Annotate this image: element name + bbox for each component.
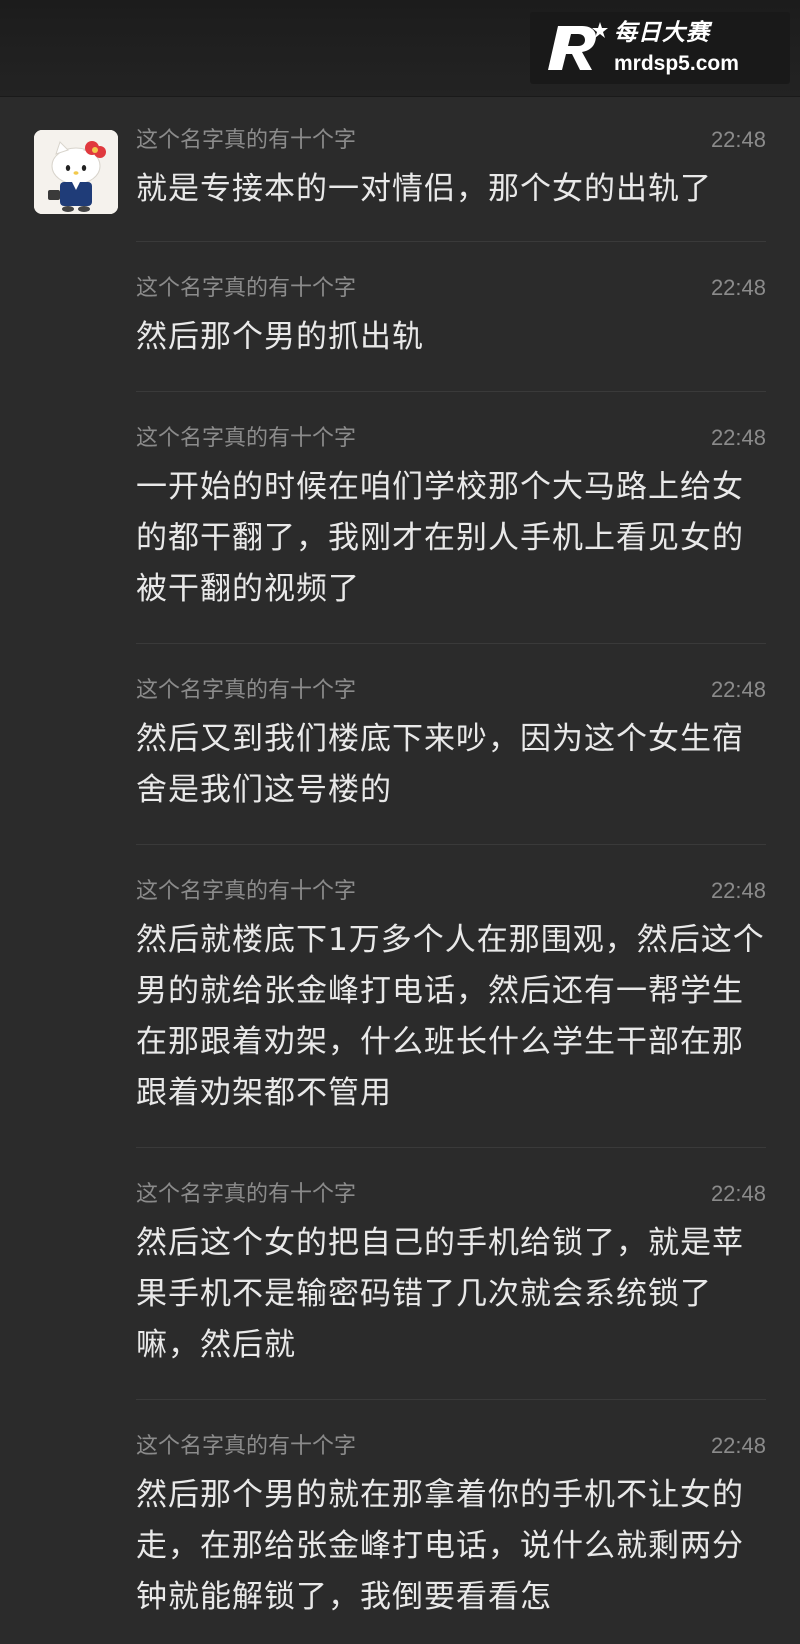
message-text: 一开始的时候在咱们学校那个大马路上给女的都干翻了，我刚才在别人手机上看见女的被干… (136, 469, 744, 607)
watermark-url: mrdsp5.com (614, 52, 739, 75)
hello-kitty-avatar-icon[interactable] (34, 130, 118, 214)
message-time: 22:48 (710, 425, 766, 450)
message-text: 然后就楼底下1万多个人在那围观，然后这个男的就给张金峰打电话，然后还有一帮学生在… (136, 922, 765, 1111)
watermark: 每日大赛 mrdsp5.com (530, 12, 790, 84)
message-item[interactable]: 这个名字真的有十个字 22:48 就是专接本的一对情侣，那个女的出轨了 (136, 96, 766, 242)
r-star-logo-icon (542, 18, 610, 78)
message-item[interactable]: 这个名字真的有十个字 22:48 然后这个女的把自己的手机给锁了，就是苹果手机不… (136, 1148, 766, 1400)
message-text: 就是专接本的一对情侣，那个女的出轨了 (136, 171, 712, 207)
sender-name[interactable]: 这个名字真的有十个字 (136, 420, 356, 452)
sender-name[interactable]: 这个名字真的有十个字 (136, 122, 356, 154)
message-time: 22:48 (710, 1433, 766, 1458)
message-text: 然后那个男的就在那拿着你的手机不让女的走，在那给张金峰打电话，说什么就剩两分钟就… (136, 1477, 744, 1615)
sender-name[interactable]: 这个名字真的有十个字 (136, 1176, 356, 1208)
message-time: 22:48 (710, 878, 766, 903)
sender-name[interactable]: 这个名字真的有十个字 (136, 672, 356, 704)
top-bar: 每日大赛 mrdsp5.com (0, 0, 800, 97)
message-item[interactable]: 这个名字真的有十个字 22:48 然后就楼底下1万多个人在那围观，然后这个男的就… (136, 845, 766, 1148)
message-list[interactable]: 这个名字真的有十个字 22:48 就是专接本的一对情侣，那个女的出轨了 这个名字… (0, 96, 800, 1623)
message-text: 然后又到我们楼底下来吵，因为这个女生宿舍是我们这号楼的 (136, 721, 744, 808)
message-item[interactable]: 这个名字真的有十个字 22:48 一开始的时候在咱们学校那个大马路上给女的都干翻… (136, 392, 766, 644)
message-time: 22:48 (710, 275, 766, 300)
message-item[interactable]: 这个名字真的有十个字 22:48 然后那个男的就在那拿着你的手机不让女的走，在那… (136, 1400, 766, 1623)
message-time: 22:48 (710, 1181, 766, 1206)
sender-name[interactable]: 这个名字真的有十个字 (136, 270, 356, 302)
watermark-title: 每日大赛 (614, 20, 710, 46)
message-item[interactable]: 这个名字真的有十个字 22:48 然后又到我们楼底下来吵，因为这个女生宿舍是我们… (136, 644, 766, 845)
message-item[interactable]: 这个名字真的有十个字 22:48 然后那个男的抓出轨 (136, 242, 766, 392)
message-text: 然后这个女的把自己的手机给锁了，就是苹果手机不是输密码错了几次就会系统锁了嘛，然… (136, 1225, 744, 1363)
sender-name[interactable]: 这个名字真的有十个字 (136, 1428, 356, 1460)
message-time: 22:48 (710, 677, 766, 702)
sender-name[interactable]: 这个名字真的有十个字 (136, 873, 356, 905)
message-time: 22:48 (710, 127, 766, 152)
message-text: 然后那个男的抓出轨 (136, 319, 424, 355)
